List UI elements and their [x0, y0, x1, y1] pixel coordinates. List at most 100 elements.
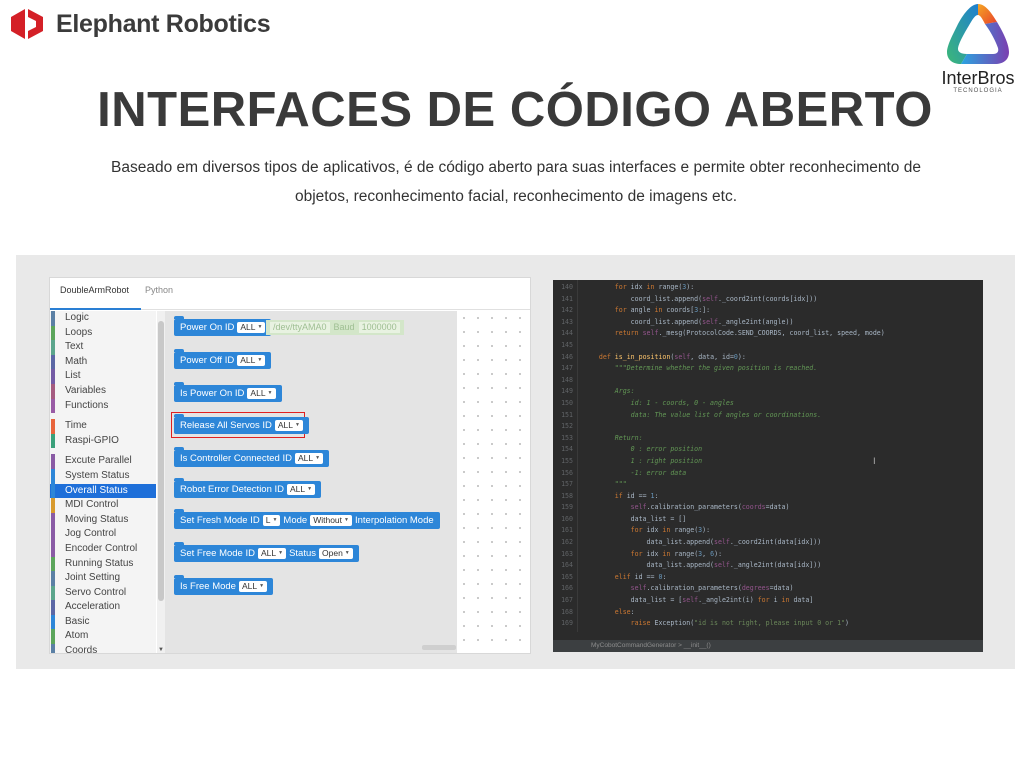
- category-color-swatch: [51, 600, 55, 615]
- id-dropdown[interactable]: ALL ▼: [274, 420, 303, 431]
- toolbox-category-mdi-control[interactable]: MDI Control: [50, 498, 156, 513]
- code-editor: 140 for idx in range(3): 141 coord_list.…: [553, 280, 983, 652]
- tab-doublearmrobot[interactable]: DoubleArmRobot: [50, 285, 142, 310]
- block-set-fresh-mode[interactable]: Set Fresh Mode ID L ▼ Mode Without ▼ Inter…: [174, 509, 440, 529]
- dropdown-arrow-icon: ▼: [259, 583, 265, 589]
- category-label: Text: [65, 341, 84, 353]
- scrollbar-thumb[interactable]: [158, 321, 164, 601]
- block-label: Is Power On ID: [180, 388, 245, 399]
- category-label: Time: [65, 420, 87, 432]
- code-line: 161 for idx in range(3):: [553, 525, 983, 537]
- block-is-controller-connected[interactable]: Is Controller Connected ID ALL ▼: [174, 447, 330, 467]
- category-color-swatch: [51, 311, 55, 326]
- workspace-grid[interactable]: [457, 311, 530, 653]
- code-line: 169 raise Exception("id is not right, pl…: [553, 618, 983, 630]
- id-dropdown[interactable]: ALL ▼: [238, 581, 268, 592]
- category-color-swatch: [51, 629, 55, 645]
- toolbox-category-raspi-gpio[interactable]: Raspi-GPIO: [50, 433, 156, 449]
- line-number: 143: [561, 317, 573, 326]
- toolbox-category-acceleration[interactable]: Acceleration: [50, 600, 156, 615]
- toolbox-category-text[interactable]: Text: [50, 340, 156, 355]
- line-number: 168: [561, 607, 573, 616]
- page-subtitle: Baseado em diversos tipos de aplicativos…: [90, 153, 942, 211]
- id-dropdown[interactable]: ALL ▼: [237, 355, 266, 366]
- category-color-swatch: [51, 512, 55, 528]
- toolbox-category-excute-parallel[interactable]: Excute Parallel: [50, 454, 156, 469]
- category-label: List: [65, 370, 81, 382]
- id-dropdown[interactable]: L ▼: [262, 515, 281, 526]
- toolbox-category-functions[interactable]: Functions: [50, 398, 156, 414]
- dropdown-value: ALL: [241, 581, 258, 591]
- toolbox-category-jog-control[interactable]: Jog Control: [50, 527, 156, 542]
- toolbox-category-servo-control[interactable]: Servo Control: [50, 585, 156, 601]
- interpolation-label: Interpolation Mode: [354, 515, 434, 526]
- category-color-swatch: [51, 325, 55, 341]
- block-is-power-on[interactable]: Is Power On ID ALL ▼: [174, 382, 282, 402]
- category-color-swatch: [51, 483, 55, 499]
- category-label: Overall Status: [65, 484, 128, 496]
- id-dropdown[interactable]: ALL ▼: [257, 548, 287, 559]
- toolbox-category-coords[interactable]: Coords: [50, 644, 156, 654]
- category-label: Loops: [65, 326, 93, 338]
- block-label: Set Free Mode ID: [180, 548, 255, 559]
- tab-python[interactable]: Python: [141, 285, 185, 309]
- port-field: /dev/ttyAMA0: [270, 322, 330, 333]
- toolbox-category-variables[interactable]: Variables: [50, 383, 156, 399]
- line-number: 155: [561, 456, 573, 465]
- category-label: Joint Setting: [65, 572, 121, 584]
- id-dropdown[interactable]: ALL ▼: [287, 484, 316, 495]
- toolbox-category-encoder-control[interactable]: Encoder Control: [50, 541, 156, 557]
- toolbox-scrollbar[interactable]: ▼: [157, 311, 165, 653]
- code-line: 151 data: The value list of angles or co…: [553, 410, 983, 422]
- line-number: 146: [561, 352, 573, 361]
- category-color-swatch: [51, 468, 55, 484]
- block-is-free-mode[interactable]: Is Free Mode ALL ▼: [174, 575, 274, 595]
- id-dropdown[interactable]: ALL ▼: [237, 322, 266, 333]
- toolbox: Logic Loops Text Math List Variables Functions…: [50, 311, 156, 654]
- block-workspace[interactable]: Power On ID ALL ▼ /dev/ttyAMA0 Baud 10000…: [165, 311, 457, 653]
- toolbox-category-system-status[interactable]: System Status: [50, 468, 156, 484]
- line-number: 144: [561, 329, 573, 338]
- category-color-swatch: [51, 556, 55, 572]
- category-label: Logic: [65, 312, 89, 323]
- toolbox-category-logic[interactable]: Logic: [50, 311, 156, 326]
- category-color-swatch: [51, 571, 55, 586]
- category-label: Coords: [65, 645, 98, 654]
- code-line: 149 Args:: [553, 386, 983, 398]
- line-number: 162: [561, 538, 573, 547]
- workspace-hscrollbar[interactable]: [422, 645, 456, 650]
- toolbox-category-atom[interactable]: Atom: [50, 629, 156, 645]
- id-dropdown[interactable]: ALL ▼: [247, 388, 276, 399]
- scroll-down-icon[interactable]: ▼: [157, 647, 165, 653]
- block-set-free-mode[interactable]: Set Free Mode ID ALL ▼ Status Open ▼: [174, 542, 359, 562]
- category-color-swatch: [51, 498, 55, 513]
- toolbox-category-running-status[interactable]: Running Status: [50, 556, 156, 572]
- block-power-off[interactable]: Power Off ID ALL ▼: [174, 349, 272, 369]
- category-color-swatch: [51, 340, 55, 355]
- block-release-all-servos[interactable]: Release All Servos ID ALL ▼: [174, 414, 309, 434]
- status-dropdown[interactable]: Open ▼: [319, 548, 353, 559]
- dropdown-arrow-icon: ▼: [267, 390, 273, 396]
- toolbox-category-basic[interactable]: Basic: [50, 614, 156, 630]
- block-power-on[interactable]: Power On ID ALL ▼: [174, 316, 272, 336]
- block-label: Set Fresh Mode ID: [180, 515, 260, 526]
- category-label: Raspi-GPIO: [65, 434, 119, 446]
- toolbox-category-overall-status[interactable]: Overall Status: [50, 483, 156, 499]
- toolbox-category-moving-status[interactable]: Moving Status: [50, 512, 156, 528]
- id-dropdown[interactable]: ALL ▼: [294, 453, 324, 464]
- code-line: 145: [553, 340, 983, 352]
- line-number: 150: [561, 398, 573, 407]
- line-number: 161: [561, 526, 573, 535]
- toolbox-category-list[interactable]: List: [50, 369, 156, 384]
- ghost-connect-block[interactable]: /dev/ttyAMA0 Baud 1000000: [266, 320, 404, 335]
- toolbox-category-loops[interactable]: Loops: [50, 325, 156, 341]
- block-robot-error-detection[interactable]: Robot Error Detection ID ALL ▼: [174, 478, 322, 498]
- mode-dropdown[interactable]: Without ▼: [310, 515, 352, 526]
- category-label: Functions: [65, 399, 109, 411]
- toolbox-category-time[interactable]: Time: [50, 419, 156, 434]
- category-color-swatch: [51, 644, 55, 653]
- toolbox-category-joint-setting[interactable]: Joint Setting: [50, 571, 156, 586]
- toolbox-category-math[interactable]: Math: [50, 354, 156, 370]
- category-label: MDI Control: [65, 499, 119, 511]
- block-editor: DoubleArmRobot Python Logic Loops Text Math…: [49, 277, 531, 654]
